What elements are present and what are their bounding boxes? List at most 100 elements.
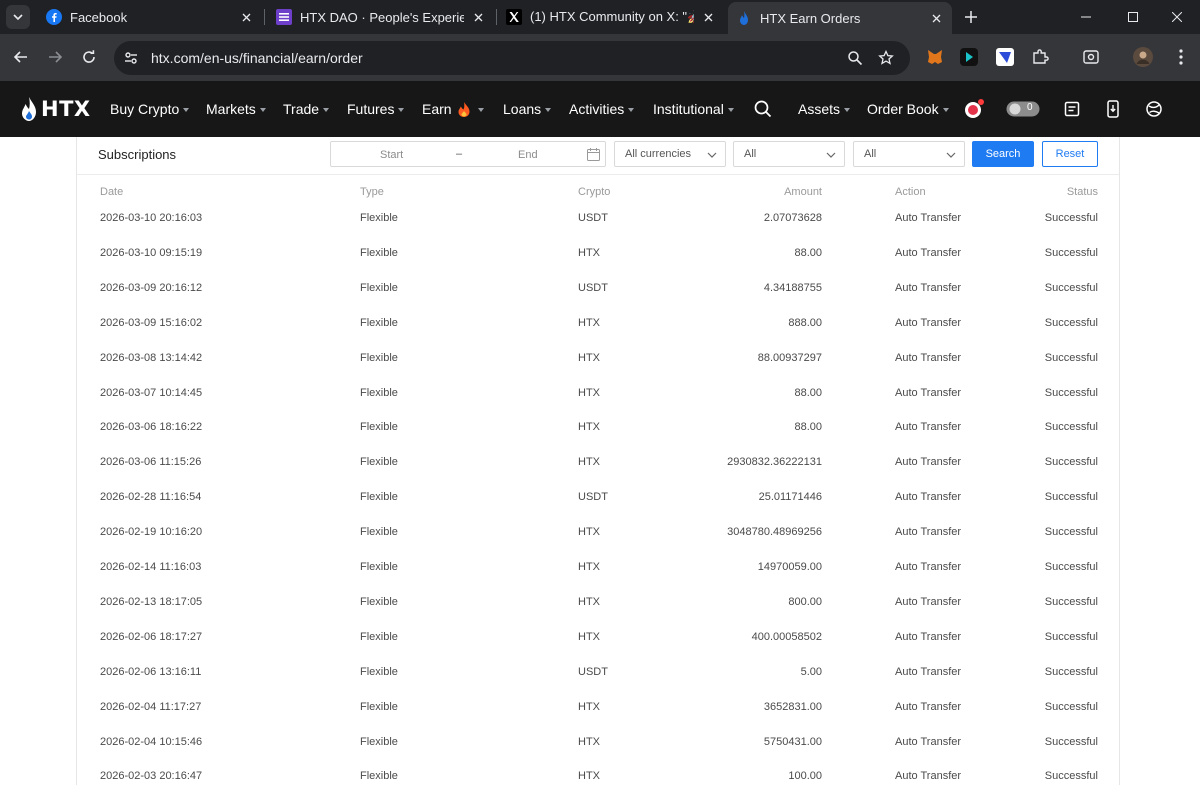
close-tab-icon[interactable] [470, 9, 486, 25]
column-header-date: Date [100, 186, 124, 198]
plus-icon [965, 11, 977, 23]
cell-date: 2026-02-28 11:16:54 [100, 491, 202, 504]
browser-tab-htx-dao[interactable]: HTX DAO · People's Experience [268, 0, 494, 34]
currency-select[interactable]: All currencies [614, 141, 726, 167]
cell-crypto: USDT [578, 491, 608, 504]
status-select[interactable]: All [853, 141, 965, 167]
user-avatar-icon [965, 99, 984, 118]
minimize-button[interactable] [1063, 0, 1109, 34]
cell-status: Successful [1044, 491, 1098, 504]
cell-status: Successful [1044, 351, 1098, 364]
extension-arrow-icon[interactable] [958, 46, 980, 68]
globe-icon [1146, 101, 1162, 117]
zoom-icon[interactable] [846, 49, 864, 67]
user-avatar-button[interactable] [963, 98, 985, 120]
maximize-button[interactable] [1110, 0, 1156, 34]
extensions-puzzle-icon[interactable] [1029, 46, 1051, 68]
htx-logo[interactable]: HTX [20, 95, 91, 123]
nav-buy-crypto[interactable]: Buy Crypto [110, 81, 190, 137]
table-header: Date Type Crypto Amount Action Status [77, 186, 1119, 200]
nav-institutional[interactable]: Institutional [653, 81, 734, 137]
nav-activities[interactable]: Activities [569, 81, 635, 137]
download-app-button[interactable] [1102, 98, 1124, 120]
site-header: HTX Buy Crypto Markets Trade Futures Ear… [0, 81, 1200, 137]
date-range-picker[interactable]: Start – End [330, 141, 606, 167]
cell-action: Auto Transfer [895, 665, 962, 678]
status-select-value: All [864, 148, 877, 160]
table-row: 2026-02-13 18:17:05 Flexible HTX 800.00 Auto… [77, 596, 1119, 612]
cell-type: Flexible [360, 665, 398, 678]
type-select[interactable]: All [733, 141, 845, 167]
browser-tab-x-community[interactable]: (1) HTX Community on X: "🚀 ✦ [498, 0, 724, 34]
cell-status: Successful [1044, 630, 1098, 643]
close-tab-icon[interactable] [238, 9, 254, 25]
cell-type: Flexible [360, 700, 398, 713]
date-separator: – [456, 148, 463, 160]
cell-status: Successful [1044, 281, 1098, 294]
start-date-input[interactable]: Start [380, 149, 403, 161]
cell-date: 2026-03-09 20:16:12 [100, 281, 203, 294]
nav-assets[interactable]: Assets [798, 81, 851, 137]
cell-crypto: HTX [578, 316, 600, 329]
cell-action: Auto Transfer [895, 561, 962, 573]
new-tab-button[interactable] [960, 6, 982, 28]
browser-tab-facebook[interactable]: Facebook [38, 0, 262, 34]
profile-avatar[interactable] [1132, 46, 1154, 68]
nav-markets[interactable]: Markets [206, 81, 266, 137]
bookmark-star-icon[interactable] [877, 49, 895, 67]
tab-separator [264, 9, 265, 25]
cell-amount: 14970059.00 [757, 561, 822, 573]
extension-shield-icon[interactable] [994, 46, 1016, 68]
table-row: 2026-03-09 15:16:02 Flexible HTX 888.00 Auto… [77, 317, 1119, 333]
browser-tab-htx-earn-orders[interactable]: HTX Earn Orders [728, 2, 952, 34]
nav-earn[interactable]: Earn [422, 81, 484, 137]
language-button[interactable] [1143, 98, 1165, 120]
address-bar[interactable]: htx.com/en-us/financial/earn/order [114, 41, 910, 75]
cell-type: Flexible [360, 595, 398, 608]
caret-down-icon [727, 107, 734, 112]
reload-button[interactable] [77, 45, 101, 69]
table-row: 2026-02-14 11:16:03 Flexible HTX 14970059.0… [77, 561, 1119, 577]
cell-amount: 88.00 [794, 246, 822, 259]
column-header-status: Status [1066, 186, 1098, 198]
orders-button[interactable] [1061, 98, 1083, 120]
cell-date: 2026-02-06 18:17:27 [100, 630, 203, 643]
table-row: 2026-02-04 10:15:46 Flexible HTX 5750431.00… [77, 736, 1119, 752]
nav-loans[interactable]: Loans [503, 81, 552, 137]
search-icon [754, 100, 772, 118]
site-settings-icon[interactable] [122, 49, 140, 67]
forward-button[interactable] [43, 45, 67, 69]
screen-capture-icon[interactable] [1080, 46, 1102, 68]
calendar-icon [587, 148, 600, 161]
filter-bar: Subscriptions Start – End All currencies… [77, 137, 1119, 175]
search-button[interactable]: Search [972, 141, 1034, 167]
close-window-button[interactable] [1154, 0, 1200, 34]
reset-button[interactable]: Reset [1042, 141, 1098, 167]
browser-tab-strip: Facebook HTX DAO · People's Experience (… [0, 0, 1200, 34]
end-date-input[interactable]: End [518, 149, 538, 161]
metamask-extension-icon[interactable] [924, 46, 946, 68]
cell-amount: 3652831.00 [763, 700, 822, 713]
nav-search-button[interactable] [752, 98, 774, 120]
cell-amount: 88.00937297 [757, 351, 822, 364]
close-tab-icon[interactable] [928, 10, 944, 26]
column-header-action: Action [895, 186, 926, 198]
nav-trade[interactable]: Trade [283, 81, 330, 137]
cell-date: 2026-02-04 11:17:27 [100, 700, 202, 713]
mode-toggle[interactable]: 0 [1005, 98, 1041, 120]
browser-menu-button[interactable] [1170, 46, 1192, 68]
cell-action: Auto Transfer [895, 456, 962, 469]
cell-type: Flexible [360, 630, 398, 643]
close-tab-icon[interactable] [700, 9, 716, 25]
arrow-left-icon [13, 51, 27, 63]
nav-label: Loans [503, 101, 542, 117]
tab-search-button[interactable] [6, 5, 30, 29]
cell-amount: 2930832.36222131 [727, 456, 822, 469]
nav-order-book[interactable]: Order Book [867, 81, 949, 137]
cell-amount: 5750431.00 [763, 735, 822, 748]
cell-crypto: USDT [578, 665, 608, 678]
nav-futures[interactable]: Futures [347, 81, 405, 137]
back-button[interactable] [9, 45, 33, 69]
tab-title: HTX Earn Orders [760, 10, 861, 26]
cell-amount: 4.34188755 [763, 281, 822, 294]
